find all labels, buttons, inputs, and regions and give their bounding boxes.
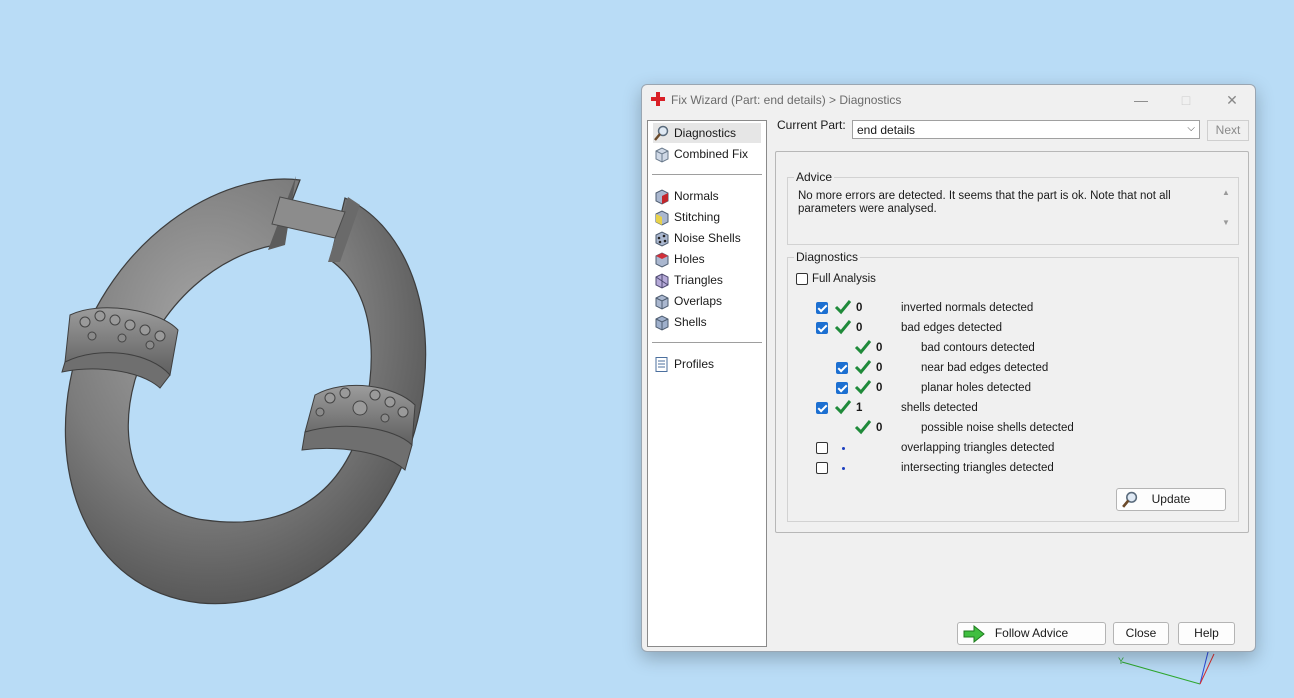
diag-count: 0 [856, 302, 863, 314]
diag-label: bad contours detected [921, 342, 1035, 354]
nav-item-noise-shells[interactable]: Noise Shells [653, 228, 761, 248]
diag-label: planar holes detected [921, 382, 1031, 394]
green-check-icon [854, 420, 872, 435]
green-check-icon [854, 360, 872, 375]
advice-text: No more errors are detected. It seems th… [798, 190, 1171, 215]
noise-shells-icon [655, 230, 669, 247]
chevron-down-icon: ⌵ [1187, 123, 1195, 134]
nav-item-label: Stitching [674, 210, 721, 224]
nav-item-triangles[interactable]: Triangles [653, 270, 761, 290]
diag-count: 0 [876, 362, 883, 374]
diag-label: overlapping triangles detected [901, 442, 1055, 454]
update-button[interactable]: Update [1116, 488, 1226, 511]
nav-item-label: Combined Fix [674, 147, 749, 161]
scroll-up-icon[interactable]: ▲ [1222, 188, 1230, 197]
nav-item-label: Triangles [674, 273, 723, 287]
magnifier-icon [654, 125, 669, 141]
nav-item-diagnostics[interactable]: Diagnostics [653, 123, 761, 143]
green-check-icon [834, 400, 852, 415]
advice-title: Advice [794, 170, 835, 184]
nav-item-normals[interactable]: Normals [653, 186, 761, 206]
green-arrow-icon [963, 625, 985, 643]
nav-item-label: Noise Shells [674, 231, 741, 245]
fix-wizard-dialog: Fix Wizard (Part: end details) > Diagnos… [641, 84, 1256, 652]
holes-cube-icon [655, 251, 669, 268]
normals-cube-icon [655, 188, 669, 205]
diag-label: bad edges detected [901, 322, 1003, 334]
diag-count: 0 [876, 342, 883, 354]
document-icon [655, 356, 668, 372]
advice-scrollbar[interactable]: ▲ ▼ [1220, 188, 1232, 228]
pending-dot-icon [842, 447, 845, 450]
nav-item-shells[interactable]: Shells [653, 312, 761, 332]
advice-group: Advice No more errors are detected. It s… [787, 170, 1239, 245]
title-bar[interactable]: Fix Wizard (Part: end details) > Diagnos… [642, 85, 1255, 115]
diagnostics-group: Diagnostics Full Analysis 0 inverted nor… [787, 250, 1239, 522]
ring-model[interactable] [61, 176, 427, 605]
help-button[interactable]: Help [1178, 622, 1235, 645]
diag-label: shells detected [901, 402, 978, 414]
green-check-icon [854, 340, 872, 355]
follow-advice-button[interactable]: Follow Advice [957, 622, 1106, 645]
nav-item-holes[interactable]: Holes [653, 249, 761, 269]
diag-label: inverted normals detected [901, 302, 1034, 314]
diag-label: near bad edges detected [921, 362, 1049, 374]
scroll-down-icon[interactable]: ▼ [1222, 218, 1230, 227]
update-label: Update [1151, 492, 1191, 506]
pending-dot-icon [842, 467, 845, 470]
next-button[interactable]: Next [1207, 120, 1249, 141]
nav-item-label: Normals [674, 189, 719, 203]
diag-checkbox-overlapping-triangles[interactable] [816, 442, 828, 454]
diag-label: possible noise shells detected [921, 422, 1074, 434]
nav-item-stitching[interactable]: Stitching [653, 207, 761, 227]
diag-count: 0 [876, 382, 883, 394]
full-analysis-checkbox[interactable] [796, 273, 808, 285]
diag-checkbox-near-bad-edges[interactable] [836, 362, 848, 374]
minimize-icon[interactable]: — [1130, 90, 1152, 110]
diag-checkbox-shells[interactable] [816, 402, 828, 414]
diag-checkbox-intersecting-triangles[interactable] [816, 462, 828, 474]
nav-item-label: Holes [674, 252, 705, 266]
green-check-icon [834, 300, 852, 315]
window-title: Fix Wizard (Part: end details) > Diagnos… [671, 93, 902, 107]
follow-advice-label: Follow Advice [994, 626, 1069, 640]
diag-count: 1 [856, 402, 863, 414]
nav-divider [652, 174, 762, 175]
diag-count: 0 [876, 422, 883, 434]
nav-item-label: Diagnostics [674, 126, 737, 140]
shells-cube-icon [655, 314, 669, 331]
wizard-nav-list: Diagnostics Combined Fix Normals Stitchi… [647, 120, 767, 647]
diag-checkbox-bad-edges[interactable] [816, 322, 828, 334]
nav-item-label: Profiles [674, 357, 715, 371]
current-part-select[interactable]: end details ⌵ [852, 120, 1200, 139]
diag-label: intersecting triangles detected [901, 462, 1054, 474]
diag-checkbox-inverted-normals[interactable] [816, 302, 828, 314]
diag-count: 0 [856, 322, 863, 334]
green-check-icon [854, 380, 872, 395]
nav-item-label: Overlaps [674, 294, 723, 308]
nav-item-label: Shells [674, 315, 707, 329]
nav-item-profiles[interactable]: Profiles [653, 354, 761, 374]
cube-icon [655, 146, 669, 163]
diagnostics-title: Diagnostics [794, 250, 861, 264]
triangles-cube-icon [655, 272, 669, 289]
stitching-cube-icon [655, 209, 669, 226]
full-analysis-label: Full Analysis [812, 273, 876, 285]
diag-checkbox-planar-holes[interactable] [836, 382, 848, 394]
nav-item-combined-fix[interactable]: Combined Fix [653, 144, 761, 164]
current-part-label: Current Part: [777, 118, 846, 132]
nav-item-overlaps[interactable]: Overlaps [653, 291, 761, 311]
green-check-icon [834, 320, 852, 335]
red-cross-icon [651, 92, 665, 106]
close-button[interactable]: Close [1113, 622, 1169, 645]
current-part-value: end details [857, 123, 916, 137]
maximize-icon[interactable]: □ [1175, 90, 1197, 110]
svg-text:Y: Y [1118, 656, 1124, 666]
overlaps-cube-icon [655, 293, 669, 310]
nav-divider [652, 342, 762, 343]
close-icon[interactable]: ✕ [1221, 90, 1243, 110]
magnifier-icon [1122, 491, 1138, 508]
